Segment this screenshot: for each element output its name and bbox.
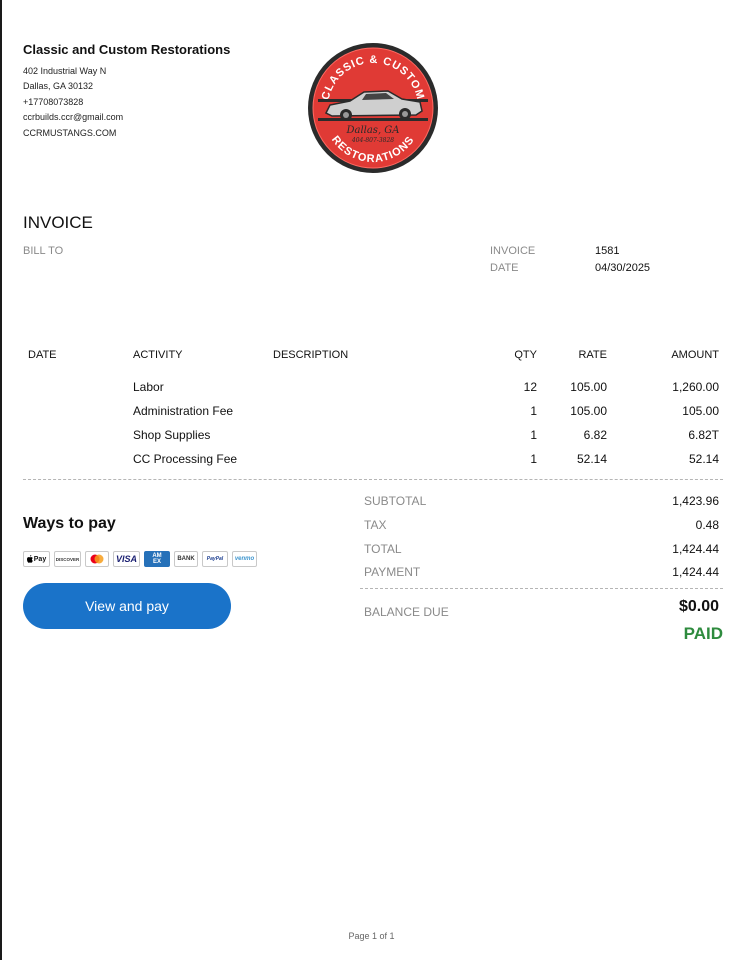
company-phone: +17708073828 — [23, 97, 84, 107]
payment-methods: Pay DISCOVER VISA AM EX BANK PayPal venm… — [23, 551, 257, 567]
line-item-activity: Labor — [133, 380, 164, 394]
company-website: CCRMUSTANGS.COM — [23, 128, 117, 138]
col-header-amount: AMOUNT — [671, 349, 719, 361]
logo-phone: 404-807-3828 — [351, 137, 394, 144]
discover-label: DISCOVER — [55, 556, 80, 562]
total-label: TOTAL — [364, 542, 402, 556]
tax-value: 0.48 — [695, 518, 719, 532]
balance-due-label: BALANCE DUE — [364, 605, 449, 619]
line-item-rate: 52.14 — [576, 452, 607, 466]
line-item-activity: CC Processing Fee — [133, 452, 238, 466]
venmo-label: venmo — [234, 556, 255, 562]
col-header-qty: QTY — [514, 349, 537, 361]
invoice-title: INVOICE — [23, 213, 93, 232]
invoice-number: 1581 — [595, 245, 620, 257]
venmo-icon: venmo — [232, 551, 257, 567]
invoice-date: 04/30/2025 — [595, 262, 651, 274]
logo-city: Dallas, GA — [345, 125, 399, 136]
apple-pay-icon: Pay — [23, 551, 50, 567]
payment-label: PAYMENT — [364, 565, 421, 579]
bank-label: BANK — [177, 556, 195, 562]
company-logo: CLASSIC & CUSTOM Dallas, GA 404-807-3828… — [308, 43, 438, 173]
payment-value: 1,424.44 — [672, 565, 719, 579]
view-and-pay-button[interactable]: View and pay — [23, 583, 231, 629]
table-divider — [23, 479, 723, 480]
visa-label: VISA — [115, 554, 137, 564]
invoice-number-label: INVOICE — [490, 245, 536, 257]
company-name: Classic and Custom Restorations — [23, 42, 231, 57]
line-item-amount: 1,260.00 — [672, 380, 719, 394]
line-item-qty: 1 — [530, 428, 537, 442]
tax-label: TAX — [364, 518, 387, 532]
page-edge — [0, 0, 2, 960]
amex-icon: AM EX — [144, 551, 170, 567]
line-item-rate: 105.00 — [570, 380, 607, 394]
apple-pay-label: Pay — [33, 555, 47, 563]
line-item-qty: 1 — [530, 452, 537, 466]
paypal-label: PayPal — [206, 556, 224, 562]
amex-label: AM EX — [152, 553, 162, 565]
line-item-activity: Administration Fee — [133, 404, 234, 418]
total-value: 1,424.44 — [672, 542, 719, 556]
mastercard-icon — [85, 551, 109, 567]
invoice-date-label: DATE — [490, 262, 519, 274]
paid-status-badge: PAID — [683, 624, 723, 643]
company-address-line2: Dallas, GA 30132 — [23, 81, 94, 91]
company-email: ccrbuilds.ccr@gmail.com — [23, 112, 124, 122]
line-item-rate: 105.00 — [570, 404, 607, 418]
bill-to-label: BILL TO — [23, 245, 64, 257]
line-item-qty: 1 — [530, 404, 537, 418]
col-header-rate: RATE — [578, 349, 607, 361]
paypal-icon: PayPal — [202, 551, 228, 567]
line-item-activity: Shop Supplies — [133, 428, 211, 442]
discover-icon: DISCOVER — [54, 551, 81, 567]
ways-to-pay-heading: Ways to pay — [23, 515, 116, 532]
visa-icon: VISA — [113, 551, 140, 567]
totals-divider — [360, 588, 723, 589]
line-item-amount: 52.14 — [688, 452, 719, 466]
col-header-activity: ACTIVITY — [133, 349, 183, 361]
subtotal-label: SUBTOTAL — [364, 494, 427, 508]
line-item-qty: 12 — [523, 380, 537, 394]
balance-due-value: $0.00 — [678, 598, 719, 615]
col-header-description: DESCRIPTION — [273, 349, 349, 361]
subtotal-value: 1,423.96 — [672, 494, 719, 508]
line-item-amount: 6.82T — [688, 428, 719, 442]
col-header-date: DATE — [28, 349, 57, 361]
line-item-amount: 105.00 — [682, 404, 719, 418]
company-address-line1: 402 Industrial Way N — [23, 66, 107, 76]
page-number: Page 1 of 1 — [348, 931, 395, 941]
bank-icon: BANK — [174, 551, 198, 567]
line-item-rate: 6.82 — [583, 428, 607, 442]
